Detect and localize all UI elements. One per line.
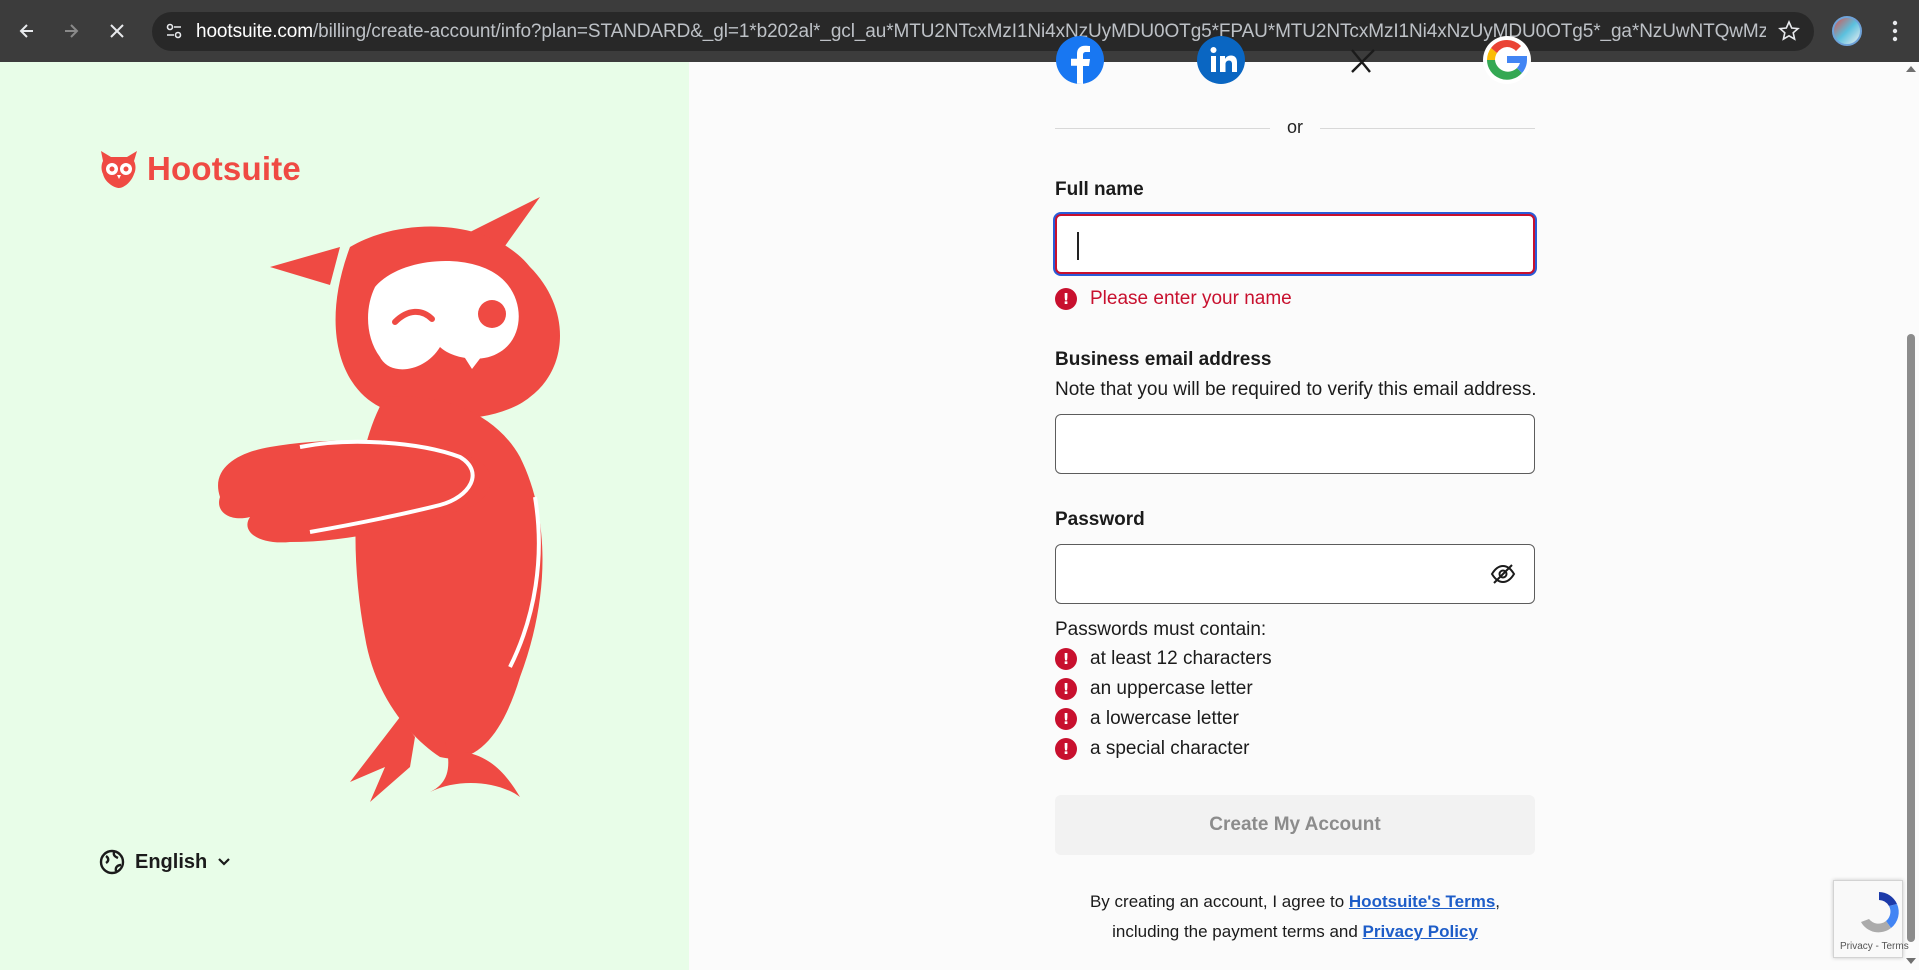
stop-loading-button[interactable] <box>102 16 132 46</box>
brand-name: Hootsuite <box>147 150 301 187</box>
social-login-row <box>1055 36 1535 84</box>
create-account-button[interactable]: Create My Account <box>1055 795 1535 855</box>
error-icon: ! <box>1055 738 1077 760</box>
recaptcha-badge[interactable]: Privacy - Terms <box>1833 880 1909 958</box>
error-icon: ! <box>1055 648 1077 670</box>
full-name-error-text: Please enter your name <box>1090 288 1292 309</box>
email-input[interactable] <box>1055 414 1535 474</box>
recaptcha-links[interactable]: Privacy - Terms <box>1840 941 1909 952</box>
arrow-left-icon <box>19 24 33 38</box>
chevron-down-icon <box>218 858 231 866</box>
language-label: English <box>135 850 208 873</box>
scroll-up-arrow[interactable] <box>1906 66 1916 72</box>
browser-toolbar: hootsuite.com/billing/create-account/inf… <box>0 0 1919 62</box>
back-button[interactable] <box>12 16 42 46</box>
facebook-icon <box>1056 36 1104 84</box>
page-scrollbar[interactable] <box>1903 62 1919 970</box>
close-icon <box>110 24 124 38</box>
divider-line-right <box>1320 128 1535 129</box>
password-label: Password <box>1055 509 1145 530</box>
error-icon: ! <box>1055 288 1077 310</box>
language-selector[interactable]: English <box>99 849 231 875</box>
site-info-button[interactable] <box>160 17 188 45</box>
requirement-text: a lowercase letter <box>1090 708 1239 729</box>
url-host: hootsuite.com <box>196 22 313 41</box>
or-label: or <box>1287 117 1304 137</box>
globe-icon <box>99 849 125 875</box>
terms-link[interactable]: Hootsuite's Terms <box>1349 892 1495 911</box>
bookmark-button[interactable] <box>1778 20 1800 47</box>
star-icon <box>1778 20 1800 41</box>
hootsuite-logo: Hootsuite <box>97 147 301 191</box>
x-icon <box>1351 49 1375 73</box>
password-input[interactable] <box>1055 544 1535 604</box>
address-bar[interactable]: hootsuite.com/billing/create-account/inf… <box>152 12 1814 51</box>
terms-notice: By creating an account, I agree to Hoots… <box>1055 887 1535 947</box>
scroll-thumb[interactable] <box>1907 334 1915 942</box>
full-name-error: ! Please enter your name <box>1055 288 1292 310</box>
error-icon: ! <box>1055 708 1077 730</box>
error-icon: ! <box>1055 678 1077 700</box>
requirement-text: a special character <box>1090 738 1250 759</box>
eye-off-icon[interactable] <box>1490 563 1516 585</box>
or-divider: or <box>1055 117 1535 137</box>
requirement-item: ! a special character <box>1055 738 1249 760</box>
requirement-item: ! an uppercase letter <box>1055 678 1253 700</box>
google-login-button[interactable] <box>1482 36 1532 84</box>
recaptcha-icon <box>1861 892 1899 933</box>
google-icon <box>1483 36 1531 84</box>
forward-button[interactable] <box>56 16 86 46</box>
divider-line-left <box>1055 128 1270 129</box>
brand-panel: Hootsuite English <box>0 62 689 970</box>
arrow-right-icon <box>65 24 79 38</box>
owl-logo-icon <box>101 151 137 188</box>
tune-icon <box>166 23 182 39</box>
x-login-button[interactable] <box>1338 36 1388 84</box>
linkedin-icon <box>1197 36 1245 84</box>
text-caret <box>1077 232 1079 260</box>
facebook-login-button[interactable] <box>1055 36 1105 84</box>
browser-menu-button[interactable] <box>1880 16 1910 46</box>
privacy-policy-link[interactable]: Privacy Policy <box>1363 922 1478 941</box>
requirement-item: ! at least 12 characters <box>1055 648 1272 670</box>
more-vertical-icon <box>1892 20 1898 42</box>
requirement-item: ! a lowercase letter <box>1055 708 1239 730</box>
full-name-label: Full name <box>1055 179 1144 200</box>
password-requirements-title: Passwords must contain: <box>1055 619 1267 640</box>
owl-mascot-illustration <box>218 197 560 802</box>
terms-prefix: By creating an account, I agree to <box>1089 892 1349 911</box>
url-path: /billing/create-account/info?plan=STANDA… <box>313 22 1766 41</box>
scroll-down-arrow[interactable] <box>1906 958 1916 964</box>
requirement-text: an uppercase letter <box>1090 678 1253 699</box>
full-name-input[interactable] <box>1055 214 1535 274</box>
profile-avatar[interactable] <box>1832 16 1862 46</box>
linkedin-login-button[interactable] <box>1196 36 1246 84</box>
requirement-text: at least 12 characters <box>1090 648 1272 669</box>
email-note: Note that you will be required to verify… <box>1055 379 1537 400</box>
email-label: Business email address <box>1055 349 1272 370</box>
